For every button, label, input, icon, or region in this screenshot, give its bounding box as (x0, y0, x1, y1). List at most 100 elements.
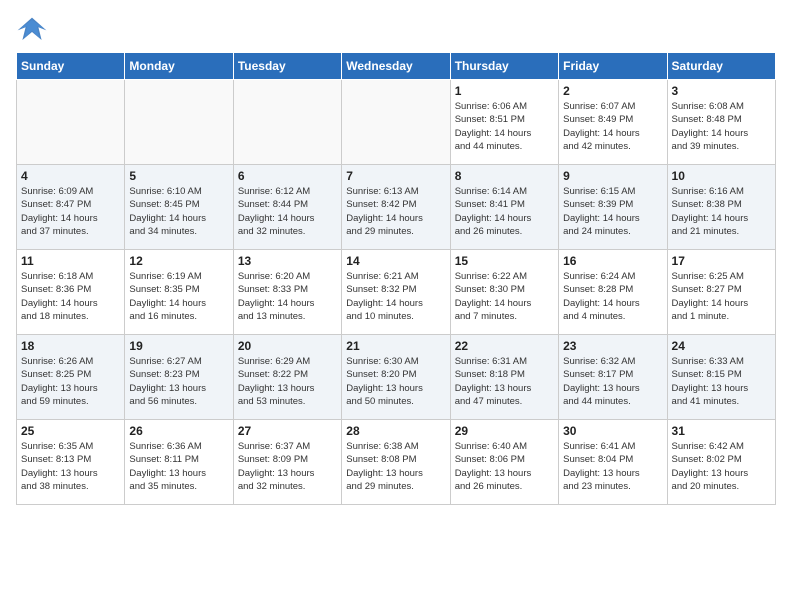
day-number: 27 (238, 424, 337, 438)
day-number: 4 (21, 169, 120, 183)
day-number: 19 (129, 339, 228, 353)
day-number: 3 (672, 84, 771, 98)
calendar-cell: 3 Sunrise: 6:08 AM Sunset: 8:48 PM Daylig… (667, 80, 775, 165)
day-number: 7 (346, 169, 445, 183)
day-number: 6 (238, 169, 337, 183)
day-number: 2 (563, 84, 662, 98)
calendar-cell: 12 Sunrise: 6:19 AM Sunset: 8:35 PM Dayli… (125, 250, 233, 335)
day-number: 13 (238, 254, 337, 268)
calendar-body: 1 Sunrise: 6:06 AM Sunset: 8:51 PM Daylig… (17, 80, 776, 505)
day-number: 5 (129, 169, 228, 183)
calendar-cell: 1 Sunrise: 6:06 AM Sunset: 8:51 PM Daylig… (450, 80, 558, 165)
calendar-cell (233, 80, 341, 165)
calendar-week-4: 18 Sunrise: 6:26 AM Sunset: 8:25 PM Dayli… (17, 335, 776, 420)
day-number: 15 (455, 254, 554, 268)
calendar-cell: 16 Sunrise: 6:24 AM Sunset: 8:28 PM Dayli… (559, 250, 667, 335)
calendar-cell: 5 Sunrise: 6:10 AM Sunset: 8:45 PM Daylig… (125, 165, 233, 250)
day-number: 24 (672, 339, 771, 353)
day-info: Sunrise: 6:26 AM Sunset: 8:25 PM Dayligh… (21, 355, 120, 408)
calendar-cell: 28 Sunrise: 6:38 AM Sunset: 8:08 PM Dayli… (342, 420, 450, 505)
calendar-cell: 22 Sunrise: 6:31 AM Sunset: 8:18 PM Dayli… (450, 335, 558, 420)
calendar-cell: 4 Sunrise: 6:09 AM Sunset: 8:47 PM Daylig… (17, 165, 125, 250)
day-number: 21 (346, 339, 445, 353)
calendar-week-5: 25Sunrise: 6:35 AM Sunset: 8:13 PM Dayli… (17, 420, 776, 505)
day-header-wednesday: Wednesday (342, 53, 450, 80)
day-header-sunday: Sunday (17, 53, 125, 80)
calendar-header: SundayMondayTuesdayWednesdayThursdayFrid… (17, 53, 776, 80)
calendar-cell: 20Sunrise: 6:29 AM Sunset: 8:22 PM Dayli… (233, 335, 341, 420)
calendar-cell: 23 Sunrise: 6:32 AM Sunset: 8:17 PM Dayli… (559, 335, 667, 420)
calendar-cell: 27 Sunrise: 6:37 AM Sunset: 8:09 PM Dayli… (233, 420, 341, 505)
calendar-cell: 24 Sunrise: 6:33 AM Sunset: 8:15 PM Dayli… (667, 335, 775, 420)
calendar-cell: 9Sunrise: 6:15 AM Sunset: 8:39 PM Daylig… (559, 165, 667, 250)
calendar-cell: 11 Sunrise: 6:18 AM Sunset: 8:36 PM Dayli… (17, 250, 125, 335)
calendar-cell: 26 Sunrise: 6:36 AM Sunset: 8:11 PM Dayli… (125, 420, 233, 505)
day-number: 9 (563, 169, 662, 183)
calendar-cell: 31 Sunrise: 6:42 AM Sunset: 8:02 PM Dayli… (667, 420, 775, 505)
day-info: Sunrise: 6:10 AM Sunset: 8:45 PM Dayligh… (129, 185, 228, 238)
day-info: Sunrise: 6:19 AM Sunset: 8:35 PM Dayligh… (129, 270, 228, 323)
day-info: Sunrise: 6:06 AM Sunset: 8:51 PM Dayligh… (455, 100, 554, 153)
day-number: 10 (672, 169, 771, 183)
calendar-cell: 30Sunrise: 6:41 AM Sunset: 8:04 PM Dayli… (559, 420, 667, 505)
day-info: Sunrise: 6:37 AM Sunset: 8:09 PM Dayligh… (238, 440, 337, 493)
day-number: 30 (563, 424, 662, 438)
calendar-cell: 14 Sunrise: 6:21 AM Sunset: 8:32 PM Dayli… (342, 250, 450, 335)
day-info: Sunrise: 6:32 AM Sunset: 8:17 PM Dayligh… (563, 355, 662, 408)
day-info: Sunrise: 6:33 AM Sunset: 8:15 PM Dayligh… (672, 355, 771, 408)
day-info: Sunrise: 6:42 AM Sunset: 8:02 PM Dayligh… (672, 440, 771, 493)
day-info: Sunrise: 6:21 AM Sunset: 8:32 PM Dayligh… (346, 270, 445, 323)
day-number: 23 (563, 339, 662, 353)
day-number: 14 (346, 254, 445, 268)
day-info: Sunrise: 6:24 AM Sunset: 8:28 PM Dayligh… (563, 270, 662, 323)
calendar-cell: 21 Sunrise: 6:30 AM Sunset: 8:20 PM Dayli… (342, 335, 450, 420)
calendar-cell: 6Sunrise: 6:12 AM Sunset: 8:44 PM Daylig… (233, 165, 341, 250)
day-info: Sunrise: 6:09 AM Sunset: 8:47 PM Dayligh… (21, 185, 120, 238)
day-number: 28 (346, 424, 445, 438)
day-info: Sunrise: 6:36 AM Sunset: 8:11 PM Dayligh… (129, 440, 228, 493)
calendar-cell (342, 80, 450, 165)
day-info: Sunrise: 6:38 AM Sunset: 8:08 PM Dayligh… (346, 440, 445, 493)
calendar-week-2: 4 Sunrise: 6:09 AM Sunset: 8:47 PM Daylig… (17, 165, 776, 250)
calendar-cell: 2 Sunrise: 6:07 AM Sunset: 8:49 PM Daylig… (559, 80, 667, 165)
day-number: 1 (455, 84, 554, 98)
calendar-week-3: 11 Sunrise: 6:18 AM Sunset: 8:36 PM Dayli… (17, 250, 776, 335)
day-info: Sunrise: 6:18 AM Sunset: 8:36 PM Dayligh… (21, 270, 120, 323)
calendar-table: SundayMondayTuesdayWednesdayThursdayFrid… (16, 52, 776, 505)
calendar-cell: 19 Sunrise: 6:27 AM Sunset: 8:23 PM Dayli… (125, 335, 233, 420)
day-info: Sunrise: 6:16 AM Sunset: 8:38 PM Dayligh… (672, 185, 771, 238)
day-header-thursday: Thursday (450, 53, 558, 80)
logo (16, 16, 52, 44)
day-info: Sunrise: 6:25 AM Sunset: 8:27 PM Dayligh… (672, 270, 771, 323)
day-info: Sunrise: 6:08 AM Sunset: 8:48 PM Dayligh… (672, 100, 771, 153)
day-info: Sunrise: 6:07 AM Sunset: 8:49 PM Dayligh… (563, 100, 662, 153)
day-header-friday: Friday (559, 53, 667, 80)
day-info: Sunrise: 6:22 AM Sunset: 8:30 PM Dayligh… (455, 270, 554, 323)
day-info: Sunrise: 6:20 AM Sunset: 8:33 PM Dayligh… (238, 270, 337, 323)
day-number: 8 (455, 169, 554, 183)
day-info: Sunrise: 6:30 AM Sunset: 8:20 PM Dayligh… (346, 355, 445, 408)
logo-icon (16, 16, 48, 44)
day-number: 31 (672, 424, 771, 438)
day-number: 18 (21, 339, 120, 353)
calendar-cell: 25Sunrise: 6:35 AM Sunset: 8:13 PM Dayli… (17, 420, 125, 505)
day-info: Sunrise: 6:31 AM Sunset: 8:18 PM Dayligh… (455, 355, 554, 408)
calendar-cell: 15 Sunrise: 6:22 AM Sunset: 8:30 PM Dayli… (450, 250, 558, 335)
day-info: Sunrise: 6:14 AM Sunset: 8:41 PM Dayligh… (455, 185, 554, 238)
calendar-cell (125, 80, 233, 165)
day-number: 12 (129, 254, 228, 268)
day-header-monday: Monday (125, 53, 233, 80)
day-number: 16 (563, 254, 662, 268)
day-info: Sunrise: 6:13 AM Sunset: 8:42 PM Dayligh… (346, 185, 445, 238)
page-header (16, 16, 776, 44)
day-number: 22 (455, 339, 554, 353)
day-number: 26 (129, 424, 228, 438)
day-number: 11 (21, 254, 120, 268)
day-info: Sunrise: 6:27 AM Sunset: 8:23 PM Dayligh… (129, 355, 228, 408)
calendar-week-1: 1 Sunrise: 6:06 AM Sunset: 8:51 PM Daylig… (17, 80, 776, 165)
calendar-cell: 17 Sunrise: 6:25 AM Sunset: 8:27 PM Dayli… (667, 250, 775, 335)
calendar-cell: 18 Sunrise: 6:26 AM Sunset: 8:25 PM Dayli… (17, 335, 125, 420)
day-number: 17 (672, 254, 771, 268)
day-header-tuesday: Tuesday (233, 53, 341, 80)
calendar-cell (17, 80, 125, 165)
